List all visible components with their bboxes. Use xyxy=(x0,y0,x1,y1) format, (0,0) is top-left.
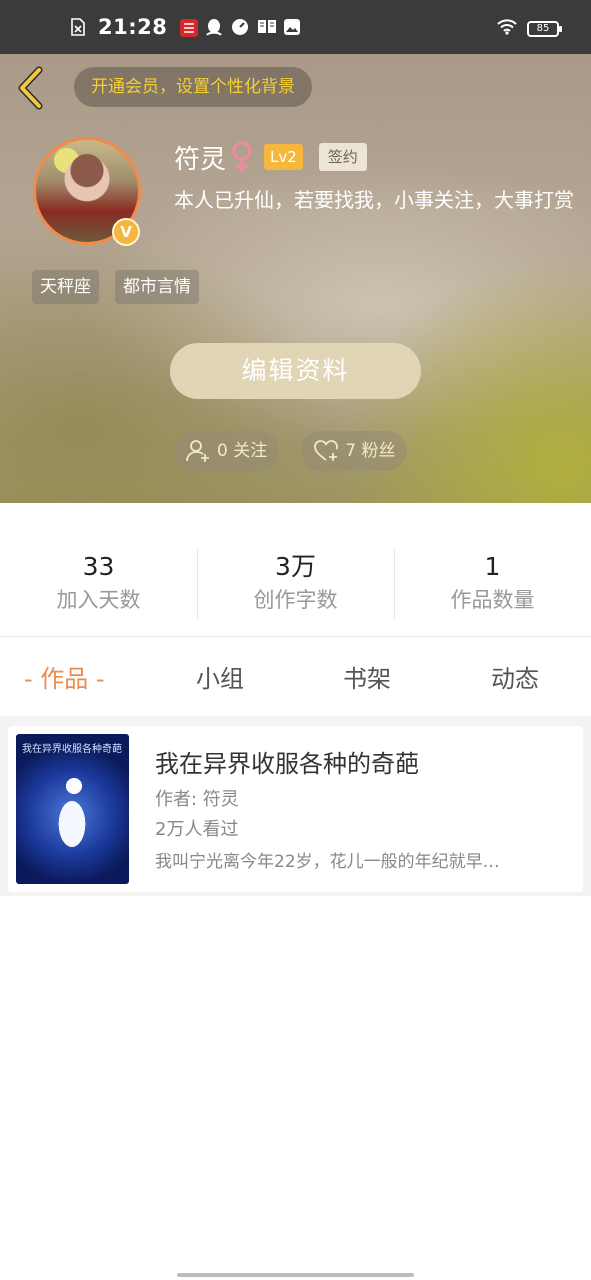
chevron-left-icon xyxy=(18,66,43,110)
fans-label: 7 粉丝 xyxy=(345,441,396,461)
user-bio: 本人已升仙，若要找我，小事关注，大事打赏 xyxy=(174,188,574,212)
tag-list: 天秤座 都市言情 xyxy=(32,270,199,304)
tab-works[interactable]: - 作品 - xyxy=(24,655,105,703)
wifi-icon xyxy=(497,19,517,39)
home-indicator[interactable] xyxy=(177,1273,414,1277)
tab-activity[interactable]: 动态 xyxy=(491,655,539,703)
heart-plus-icon xyxy=(314,440,339,461)
status-bar: 21:28 85 xyxy=(0,0,591,54)
add-user-icon xyxy=(186,440,209,462)
stat-label: 创作字数 xyxy=(253,588,338,612)
follow-row: 0 关注 7 粉丝 xyxy=(173,431,408,471)
stat-words: 3万 创作字数 xyxy=(197,545,394,621)
stat-value: 3万 xyxy=(275,552,316,581)
stat-works: 1 作品数量 xyxy=(394,545,591,621)
following-button[interactable]: 0 关注 xyxy=(173,431,280,471)
tag-genre: 都市言情 xyxy=(115,270,199,304)
vip-background-banner[interactable]: 开通会员，设置个性化背景 xyxy=(74,67,312,107)
speed-icon xyxy=(231,18,249,36)
book-cover: 我在异界收服各种奇葩 xyxy=(16,734,129,884)
name-row: 符灵 Lv2 签约 xyxy=(174,140,367,175)
works-list: 我在异界收服各种奇葩 我在异界收服各种的奇葩 作者: 符灵 2万人看过 我叫宁光… xyxy=(0,716,591,896)
back-button[interactable] xyxy=(14,66,50,110)
signed-badge: 签约 xyxy=(318,143,367,171)
work-views: 2万人看过 xyxy=(155,819,239,840)
status-left: 21:28 xyxy=(70,14,301,40)
divider xyxy=(0,636,591,637)
image-icon xyxy=(283,18,301,36)
stat-days: 33 加入天数 xyxy=(0,545,197,621)
fans-button[interactable]: 7 粉丝 xyxy=(301,431,408,471)
vip-badge: V xyxy=(112,218,140,246)
list-item[interactable]: 我在异界收服各种奇葩 我在异界收服各种的奇葩 作者: 符灵 2万人看过 我叫宁光… xyxy=(8,726,583,892)
stat-value: 1 xyxy=(484,552,501,581)
status-time: 21:28 xyxy=(98,15,168,39)
tab-bookshelf[interactable]: 书架 xyxy=(343,655,391,703)
battery-icon: 85 xyxy=(527,21,562,37)
tag-zodiac: 天秤座 xyxy=(32,270,99,304)
tab-groups[interactable]: 小组 xyxy=(196,655,244,703)
tab-bar: - 作品 - 小组 书架 动态 xyxy=(0,655,591,703)
following-label: 0 关注 xyxy=(217,441,268,461)
sim-missing-icon xyxy=(70,18,88,36)
work-title: 我在异界收服各种的奇葩 xyxy=(155,750,419,778)
work-description: 我叫宁光离今年22岁，花儿一般的年纪就早… xyxy=(155,852,500,872)
level-badge: Lv2 xyxy=(264,144,303,170)
stats-row: 33 加入天数 3万 创作字数 1 作品数量 xyxy=(0,545,591,621)
cover-title: 我在异界收服各种奇葩 xyxy=(22,744,122,755)
edit-profile-button[interactable]: 编辑资料 xyxy=(170,343,421,399)
book-icon xyxy=(257,18,277,36)
profile-header: 开通会员，设置个性化背景 V 符灵 Lv2 签约 本人已升仙，若要找我，小事关注… xyxy=(0,54,591,503)
stat-label: 加入天数 xyxy=(56,588,141,612)
female-icon xyxy=(232,141,252,172)
work-author: 作者: 符灵 xyxy=(155,789,239,810)
user-name: 符灵 xyxy=(174,144,227,175)
app-notification-icon xyxy=(179,18,199,37)
status-right: 85 xyxy=(497,19,562,39)
stat-value: 33 xyxy=(82,552,115,581)
stat-label: 作品数量 xyxy=(450,588,535,612)
qq-icon xyxy=(205,18,223,36)
